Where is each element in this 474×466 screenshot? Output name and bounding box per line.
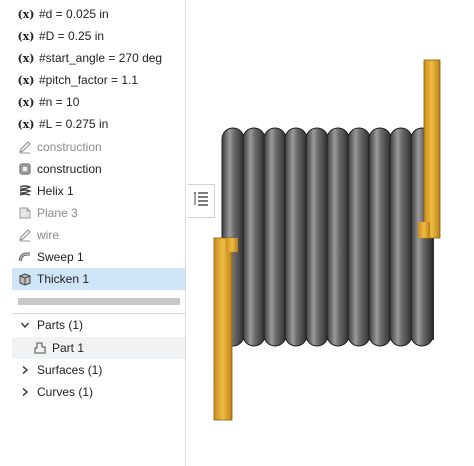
chevron-right-icon bbox=[17, 384, 33, 400]
sketch-icon bbox=[17, 139, 33, 155]
surfaces-group-label: Surfaces (1) bbox=[37, 363, 103, 377]
feature-variable-n[interactable]: (x) #n = 10 bbox=[12, 91, 185, 113]
feature-variable-pitch-factor[interactable]: (x) #pitch_factor = 1.1 bbox=[12, 69, 185, 91]
chevron-down-icon bbox=[17, 317, 33, 333]
panel-resize-handle[interactable] bbox=[18, 298, 180, 305]
part-item-label: Part 1 bbox=[52, 341, 85, 355]
feature-label: #n = 10 bbox=[39, 95, 80, 109]
feature-thicken-1[interactable]: Thicken 1 bbox=[12, 268, 185, 290]
variable-icon: (x) bbox=[17, 117, 35, 131]
feature-sketch-construction[interactable]: construction bbox=[12, 136, 185, 158]
plane-icon bbox=[17, 205, 33, 221]
feature-label: wire bbox=[37, 228, 60, 242]
feature-label: Plane 3 bbox=[37, 206, 78, 220]
feature-label: #start_angle = 270 deg bbox=[39, 51, 163, 65]
feature-helix-1[interactable]: Helix 1 bbox=[12, 180, 185, 202]
feature-variable-d[interactable]: (x) #d = 0.025 in bbox=[12, 3, 185, 25]
variable-icon: (x) bbox=[17, 7, 35, 21]
feature-sweep-1[interactable]: Sweep 1 bbox=[12, 246, 185, 268]
feature-label: #d = 0.025 in bbox=[39, 7, 109, 21]
feature-variable-L[interactable]: (x) #L = 0.275 in bbox=[12, 113, 185, 135]
sketch-icon bbox=[17, 227, 33, 243]
variable-icon: (x) bbox=[17, 95, 35, 109]
feature-extrude-construction[interactable]: construction bbox=[12, 158, 185, 180]
variable-icon: (x) bbox=[17, 73, 35, 87]
graphics-viewport[interactable] bbox=[186, 0, 474, 466]
feature-label: Sweep 1 bbox=[37, 250, 84, 264]
helix-icon bbox=[17, 183, 33, 199]
feature-label: Thicken 1 bbox=[37, 272, 90, 286]
surfaces-group-header[interactable]: Surfaces (1) bbox=[12, 359, 185, 381]
variable-icon: (x) bbox=[17, 51, 35, 65]
feature-plane-3[interactable]: Plane 3 bbox=[12, 202, 185, 224]
part-icon bbox=[32, 340, 48, 356]
spring-model[interactable] bbox=[213, 59, 441, 421]
parts-group-label: Parts (1) bbox=[37, 318, 84, 332]
feature-variable-D[interactable]: (x) #D = 0.25 in bbox=[12, 25, 185, 47]
thicken-icon bbox=[17, 271, 33, 287]
curves-group-header[interactable]: Curves (1) bbox=[12, 381, 185, 403]
sweep-icon bbox=[17, 249, 33, 265]
curves-group-label: Curves (1) bbox=[37, 385, 94, 399]
part-item-part-1[interactable]: Part 1 bbox=[12, 337, 185, 359]
feature-label: #D = 0.25 in bbox=[39, 29, 105, 43]
feature-label: Helix 1 bbox=[37, 184, 74, 198]
feature-label: construction bbox=[37, 140, 102, 154]
spring-coils bbox=[221, 127, 434, 347]
feature-panel: (x) #d = 0.025 in (x) #D = 0.25 in (x) #… bbox=[12, 0, 186, 466]
parts-group-header[interactable]: Parts (1) bbox=[12, 314, 185, 336]
feature-label: construction bbox=[37, 162, 102, 176]
chevron-right-icon bbox=[17, 362, 33, 378]
feature-label: #pitch_factor = 1.1 bbox=[39, 73, 139, 87]
variable-icon: (x) bbox=[17, 29, 35, 43]
feature-sketch-wire[interactable]: wire bbox=[12, 224, 185, 246]
feature-variable-start-angle[interactable]: (x) #start_angle = 270 deg bbox=[12, 47, 185, 69]
cylinder-icon bbox=[17, 161, 33, 177]
feature-label: #L = 0.275 in bbox=[39, 117, 109, 131]
